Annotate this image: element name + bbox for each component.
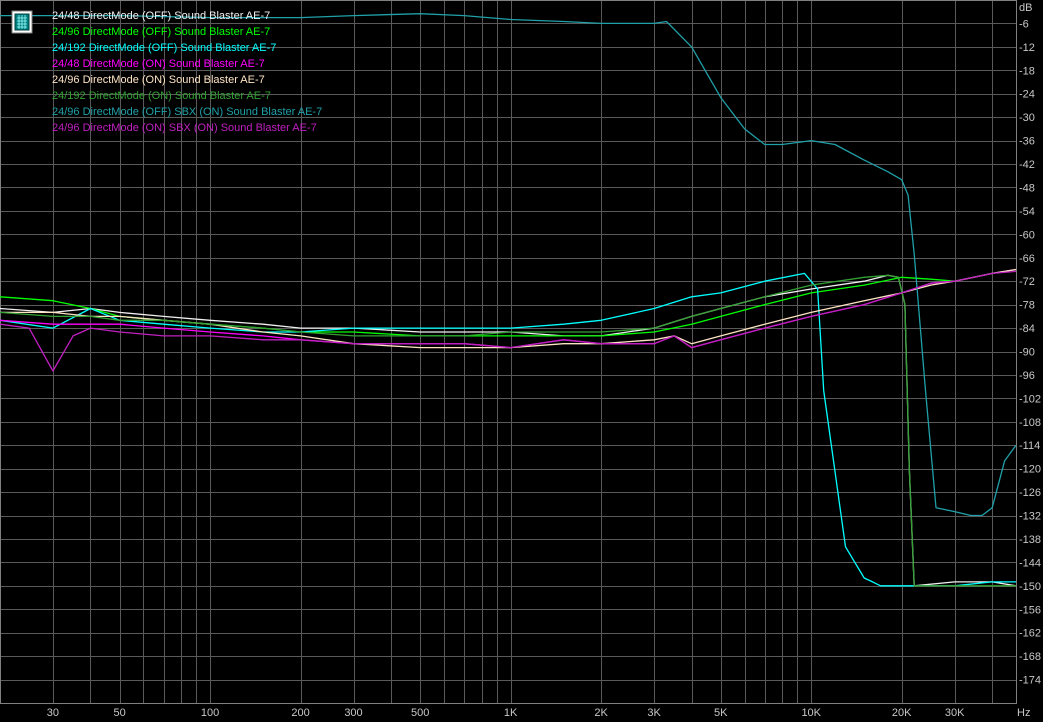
x-tick-label: 30K [945, 707, 965, 719]
x-tick-label: 20K [892, 707, 912, 719]
y-tick-label: -174 [1019, 675, 1041, 687]
x-tick-label: 100 [201, 707, 219, 719]
y-tick-label: -168 [1019, 651, 1041, 663]
legend-entry-8: 24/96 DirectMode (ON) SBX (ON) Sound Bla… [52, 122, 317, 134]
y-unit-label: dB [1019, 2, 1032, 14]
x-tick-label: 2K [594, 707, 608, 719]
x-tick-label: 1K [504, 707, 518, 719]
y-tick-label: -48 [1019, 182, 1035, 194]
y-tick-label: -66 [1019, 253, 1035, 265]
y-tick-label: -12 [1019, 42, 1035, 54]
x-tick-label: 300 [344, 707, 362, 719]
legend-entry-4: 24/48 DirectMode (ON) Sound Blaster AE-7 [52, 58, 265, 70]
y-tick-label: -150 [1019, 581, 1041, 593]
legend-entry-1: 24/48 DirectMode (OFF) Sound Blaster AE-… [52, 10, 270, 22]
y-tick-label: -90 [1019, 347, 1035, 359]
legend-entry-7: 24/96 DirectMode (OFF) SBX (ON) Sound Bl… [52, 106, 322, 118]
x-tick-label: 30 [47, 707, 59, 719]
y-tick-label: -102 [1019, 393, 1041, 405]
y-tick-label: -6 [1019, 18, 1029, 30]
y-tick-label: -36 [1019, 136, 1035, 148]
legend-entry-6: 24/192 DirectMode (ON) Sound Blaster AE-… [52, 90, 271, 102]
y-tick-label: -78 [1019, 300, 1035, 312]
y-tick-label: -24 [1019, 89, 1035, 101]
y-tick-label: -60 [1019, 229, 1035, 241]
x-tick-label: 200 [291, 707, 309, 719]
x-tick-label: 10K [801, 707, 821, 719]
x-tick-label: 500 [411, 707, 429, 719]
y-tick-label: -162 [1019, 628, 1041, 640]
y-tick-label: -54 [1019, 206, 1035, 218]
y-tick-label: -144 [1019, 557, 1041, 569]
frequency-response-chart: -6 -12 -18 -24 -30 -36 -42 -48 -54 -60 -66 -72 -78 -8… [0, 0, 1043, 722]
x-unit-label: Hz [1017, 707, 1030, 719]
x-tick-label: 5K [714, 707, 728, 719]
y-tick-label: -72 [1019, 276, 1035, 288]
y-tick-label: -108 [1019, 417, 1041, 429]
legend-entry-2: 24/96 DirectMode (OFF) Sound Blaster AE-… [52, 26, 270, 38]
legend-entry-5: 24/96 DirectMode (ON) Sound Blaster AE-7 [52, 74, 265, 86]
y-tick-label: -126 [1019, 487, 1041, 499]
y-tick-label: -156 [1019, 604, 1041, 616]
y-tick-label: -138 [1019, 534, 1041, 546]
y-tick-label: -132 [1019, 511, 1041, 523]
y-tick-label: -114 [1019, 440, 1040, 452]
y-tick-label: -30 [1019, 112, 1035, 124]
legend-icon[interactable] [11, 10, 33, 34]
y-tick-label: -120 [1019, 464, 1041, 476]
y-tick-label: -96 [1019, 370, 1035, 382]
x-tick-label: 3K [647, 707, 661, 719]
x-tick-label: 50 [113, 707, 125, 719]
y-tick-label: -42 [1019, 159, 1035, 171]
legend-entry-3: 24/192 DirectMode (OFF) Sound Blaster AE… [52, 42, 276, 54]
y-tick-label: -84 [1019, 323, 1035, 335]
y-tick-label: -18 [1019, 65, 1035, 77]
